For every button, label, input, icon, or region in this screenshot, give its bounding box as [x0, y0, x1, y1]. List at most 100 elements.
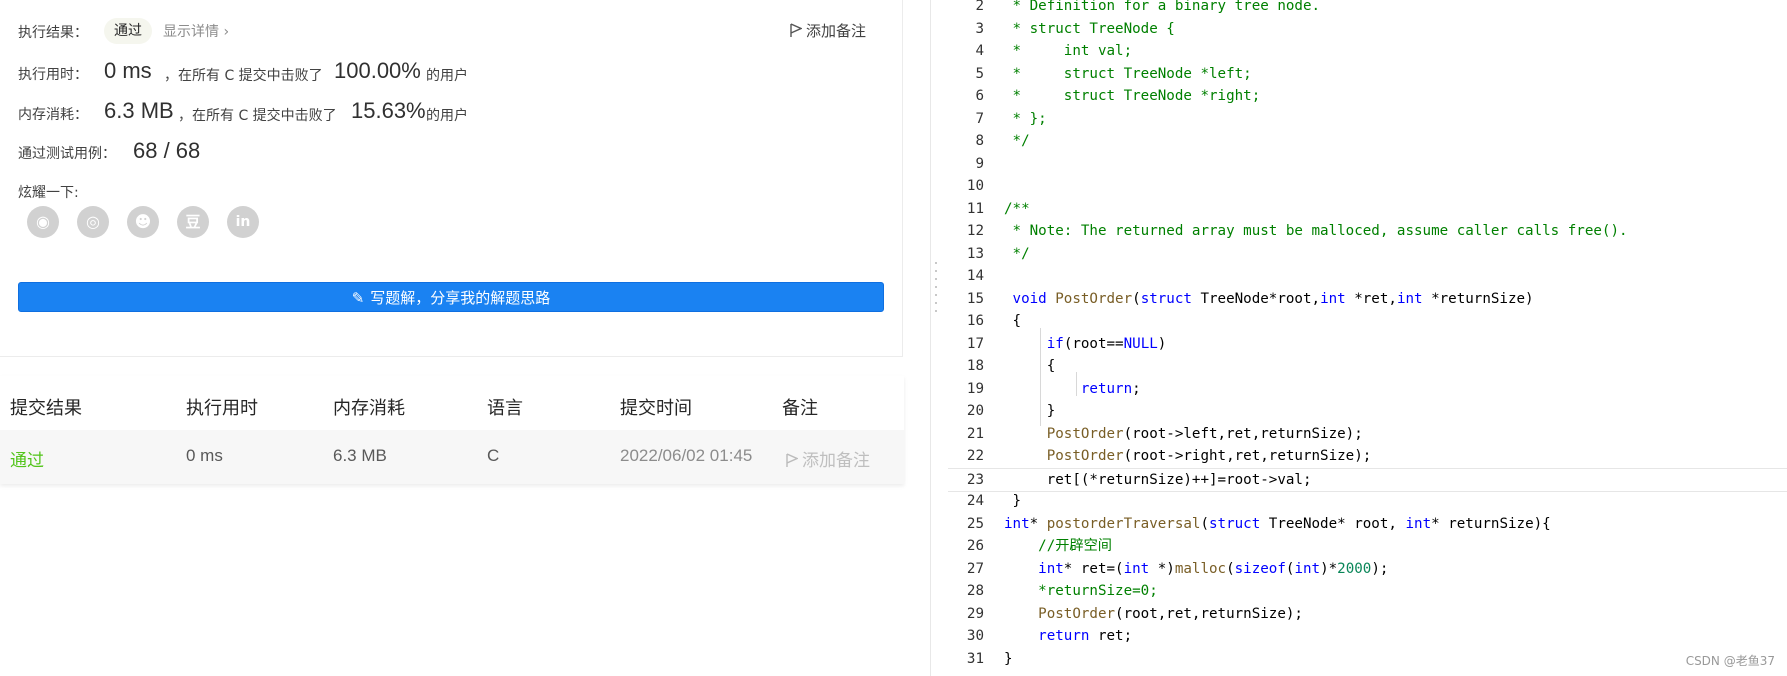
line-number: 30 — [966, 628, 984, 644]
code-line[interactable]: 17 if(root==NULL) — [948, 333, 1787, 356]
code-line[interactable]: 12 * Note: The returned array must be ma… — [948, 220, 1787, 243]
line-number: 26 — [966, 538, 984, 554]
code-text: { — [1004, 313, 1022, 329]
code-line[interactable]: 7 * }; — [948, 108, 1787, 131]
code-text: * Definition for a binary tree node. — [1004, 0, 1321, 14]
code-editor[interactable]: 2 * Definition for a binary tree node. 3 … — [948, 0, 1787, 676]
line-number: 17 — [966, 335, 984, 352]
submission-panel: 执行结果： 通过 显示详情 › 添加备注 执行用时： 0 ms ，在所有 C 提… — [0, 0, 904, 676]
code-text: *returnSize=0; — [1004, 583, 1158, 599]
code-text: if(root==NULL) — [1046, 335, 1167, 352]
line-number: 18 — [966, 358, 984, 374]
code-line[interactable]: 27 int* ret=(int *)malloc(sizeof(int)*20… — [948, 558, 1787, 581]
code-text: * }; — [1004, 110, 1047, 127]
line-number: 12 — [966, 223, 984, 239]
code-line[interactable]: 19 return; — [948, 378, 1787, 401]
row-add-note-button[interactable]: 添加备注 — [786, 446, 870, 471]
time-beat-text: ，在所有 C 提交中击败了 — [164, 68, 323, 84]
line-number: 7 — [975, 110, 984, 127]
linkedin-icon[interactable]: in — [227, 206, 259, 238]
code-line[interactable]: 16 { — [948, 310, 1787, 333]
code-text: */ — [1004, 245, 1030, 262]
code-line[interactable]: 31} — [948, 648, 1787, 671]
col-header-time: 执行用时 — [186, 398, 258, 419]
code-text: PostOrder(root,ret,returnSize); — [1038, 605, 1303, 622]
code-line[interactable]: 20 } — [948, 400, 1787, 423]
line-number: 20 — [966, 403, 984, 419]
resize-handle[interactable] — [935, 262, 938, 316]
line-number: 28 — [966, 583, 984, 599]
douban-icon[interactable]: 豆 — [177, 206, 209, 238]
time-value: 0 ms — [104, 58, 152, 83]
col-header-memory: 内存消耗 — [333, 398, 405, 419]
code-line[interactable]: 9 — [948, 153, 1787, 176]
row-language: C — [487, 446, 500, 465]
code-line[interactable]: 15 void PostOrder(struct TreeNode*root,i… — [948, 288, 1787, 311]
code-line[interactable]: 24 } — [948, 490, 1787, 513]
write-solution-label: 写题解，分享我的解题思路 — [370, 289, 551, 307]
line-number: 24 — [966, 493, 984, 509]
code-line[interactable]: 13 */ — [948, 243, 1787, 266]
table-row[interactable]: 通过 0 ms 6.3 MB C 2022/06/02 01:45 添加备注 — [0, 430, 904, 484]
wechat-icon[interactable]: ◉ — [27, 206, 59, 238]
code-line[interactable]: 2 * Definition for a binary tree node. — [948, 0, 1787, 18]
code-text: int* ret=(int *)malloc(sizeof(int)*2000)… — [1038, 560, 1389, 577]
add-note-button[interactable]: 添加备注 — [790, 20, 866, 41]
code-line[interactable]: 3 * struct TreeNode { — [948, 18, 1787, 41]
code-text: PostOrder(root->left,ret,returnSize); — [1046, 425, 1363, 442]
time-label: 执行用时： — [18, 67, 88, 83]
code-text: PostOrder(root->right,ret,returnSize); — [1046, 448, 1372, 464]
result-card: 执行结果： 通过 显示详情 › 添加备注 执行用时： 0 ms ，在所有 C 提… — [0, 0, 903, 357]
code-line[interactable]: 21 PostOrder(root->left,ret,returnSize); — [948, 423, 1787, 446]
line-number: 15 — [966, 290, 984, 307]
submissions-table: 提交结果 执行用时 内存消耗 语言 提交时间 备注 通过 0 ms 6.3 MB… — [0, 376, 904, 484]
show-detail-link[interactable]: 显示详情 › — [163, 21, 229, 41]
line-number: 6 — [975, 88, 984, 104]
watermark: CSDN @老鱼37 — [1685, 654, 1775, 668]
time-percent: 100.00% — [334, 58, 421, 83]
code-text: * int val; — [1004, 43, 1133, 59]
code-text: { — [1004, 358, 1056, 374]
tests-value: 68 / 68 — [133, 138, 201, 163]
code-line[interactable]: 8 */ — [948, 130, 1787, 153]
memory-label: 内存消耗： — [18, 107, 88, 123]
code-text: return ret; — [1038, 628, 1133, 644]
line-number: 9 — [975, 155, 984, 172]
code-line[interactable]: 29 PostOrder(root,ret,returnSize); — [948, 603, 1787, 626]
panel-divider — [930, 0, 931, 676]
code-line[interactable]: 26 //开辟空间 — [948, 535, 1787, 558]
row-status-link[interactable]: 通过 — [10, 446, 44, 471]
code-line[interactable]: 11 /** — [948, 198, 1787, 221]
code-line[interactable]: 18 { — [948, 355, 1787, 378]
line-number: 11 — [966, 200, 984, 217]
code-line[interactable]: 14 — [948, 265, 1787, 288]
code-text: //开辟空间 — [1004, 538, 1112, 554]
line-number: 23 — [966, 471, 984, 488]
line-number: 10 — [966, 178, 984, 194]
code-text: } — [1004, 403, 1056, 419]
code-line[interactable]: 28 *returnSize=0; — [948, 580, 1787, 603]
weibo-icon[interactable]: ◎ — [77, 206, 109, 238]
flag-icon — [786, 453, 798, 467]
line-number: 21 — [966, 425, 984, 442]
code-text: * Note: The returned array must be mallo… — [1004, 223, 1628, 239]
row-submitted-time: 2022/06/02 01:45 — [620, 446, 753, 465]
code-line[interactable]: 25 int* postorderTraversal(struct TreeNod… — [948, 513, 1787, 536]
code-line[interactable]: 10 — [948, 175, 1787, 198]
line-number: 14 — [966, 268, 984, 284]
line-number: 27 — [966, 560, 984, 577]
row-memory: 6.3 MB — [333, 446, 387, 465]
code-line[interactable]: 30 return ret; — [948, 625, 1787, 648]
code-text: int* postorderTraversal(struct TreeNode*… — [1004, 515, 1551, 532]
code-line[interactable]: 4 * int val; — [948, 40, 1787, 63]
code-line[interactable]: 23 ret[(*returnSize)++]=root->val; — [948, 467, 1787, 492]
qq-icon[interactable]: ☻ — [127, 206, 159, 238]
line-number: 22 — [966, 448, 984, 464]
code-line[interactable]: 6 * struct TreeNode *right; — [948, 85, 1787, 108]
write-solution-button[interactable]: ✎ 写题解，分享我的解题思路 — [18, 282, 884, 312]
line-number: 2 — [975, 0, 984, 14]
line-number: 8 — [975, 133, 984, 149]
code-text: ret[(*returnSize)++]=root->val; — [1004, 471, 1312, 488]
code-line[interactable]: 5 * struct TreeNode *left; — [948, 63, 1787, 86]
code-line[interactable]: 22 PostOrder(root->right,ret,returnSize)… — [948, 445, 1787, 468]
